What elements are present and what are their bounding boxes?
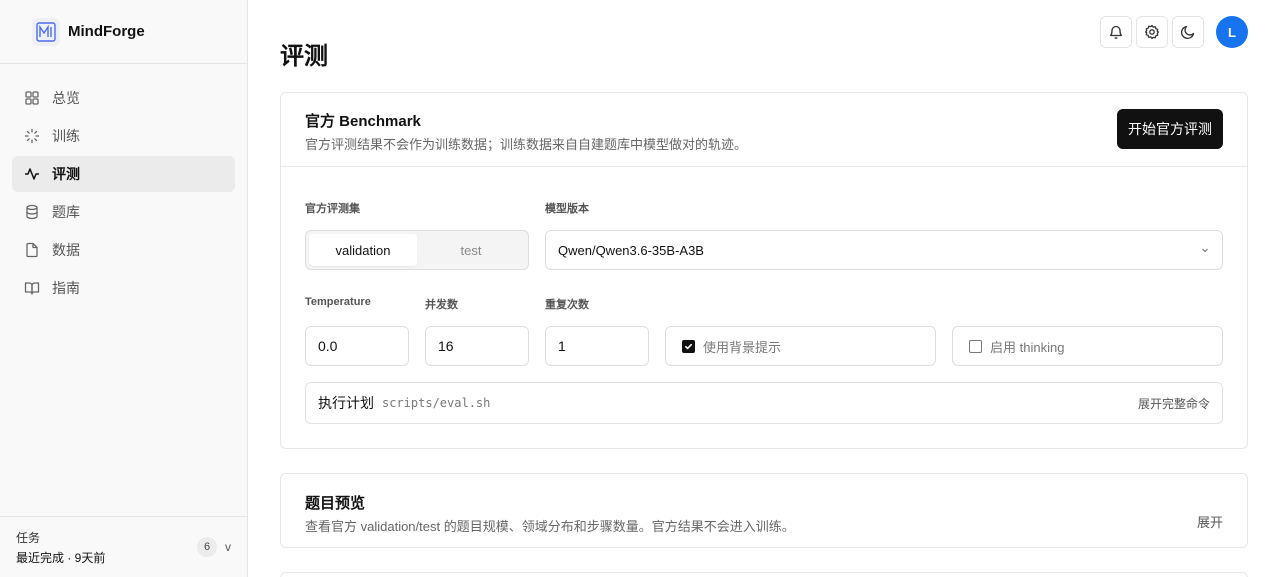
grid-icon (24, 90, 40, 106)
file-icon (24, 242, 40, 258)
mindforge-logo-icon (32, 17, 60, 46)
task-panel-toggle[interactable]: v (225, 540, 231, 554)
model-label: 模型版本 (545, 203, 589, 215)
page-title: 评测 (280, 43, 328, 70)
sidebar-item-overview[interactable]: 总览 (12, 80, 235, 116)
sidebar: MindForge 总览 训练 评测 题库 数据 指南 任务 最近完成 · 9天… (0, 0, 248, 577)
thinking-checkbox[interactable]: 启用 thinking (952, 326, 1223, 366)
sidebar-nav: 总览 训练 评测 题库 数据 指南 (0, 64, 247, 324)
avatar[interactable]: L (1216, 16, 1248, 48)
task-count-badge: 6 (197, 537, 217, 557)
sidebar-item-label: 训练 (52, 128, 80, 144)
expand-command-button[interactable]: 展开完整命令 (1138, 395, 1210, 412)
execution-plan: 执行计划 scripts/eval.sh 展开完整命令 (305, 382, 1223, 424)
sidebar-item-question-bank[interactable]: 题库 (12, 194, 235, 230)
sidebar-item-guide[interactable]: 指南 (12, 270, 235, 306)
checkbox-unchecked-icon (969, 339, 982, 353)
dataset-segmented-control: validation test (305, 230, 529, 270)
repeat-input[interactable]: 1 (545, 326, 649, 366)
loader-icon (24, 128, 40, 144)
sidebar-item-training[interactable]: 训练 (12, 118, 235, 154)
main-content: 评测 L 官方 Benchmark 官方评测结果不会作为训练数据；训练数据来自自… (248, 0, 1280, 577)
benchmark-card-header: 官方 Benchmark 官方评测结果不会作为训练数据；训练数据来自自建题库中模… (281, 93, 1247, 167)
thinking-label: 启用 thinking (990, 339, 1065, 355)
question-preview-card: 题目预览 查看官方 validation/test 的题目规模、领域分布和步骤数… (280, 473, 1248, 548)
dataset-option-test[interactable]: test (417, 234, 525, 266)
checkbox-checked-icon (682, 339, 695, 353)
bell-icon (1109, 25, 1123, 39)
task-status: 最近完成 · 9天前 (16, 550, 106, 565)
gear-icon (1144, 24, 1160, 40)
temperature-label: Temperature (305, 296, 371, 308)
start-evaluation-button[interactable]: 开始官方评测 (1117, 109, 1223, 149)
sidebar-item-evaluation[interactable]: 评测 (12, 156, 235, 192)
task-panel[interactable]: 任务 最近完成 · 9天前 6 v (0, 516, 247, 577)
benchmark-title: 官方 Benchmark (305, 113, 421, 130)
benchmark-card: 官方 Benchmark 官方评测结果不会作为训练数据；训练数据来自自建题库中模… (280, 92, 1248, 449)
sidebar-item-label: 题库 (52, 204, 80, 220)
sidebar-item-label: 数据 (52, 242, 80, 258)
sidebar-item-label: 评测 (52, 166, 80, 182)
notifications-button[interactable] (1100, 16, 1132, 48)
database-icon (24, 204, 40, 220)
dataset-option-validation[interactable]: validation (309, 234, 417, 266)
brand[interactable]: MindForge (0, 0, 247, 64)
benchmark-description: 官方评测结果不会作为训练数据；训练数据来自自建题库中模型做对的轨迹。 (305, 137, 748, 152)
settings-button[interactable] (1136, 16, 1168, 48)
sidebar-item-data[interactable]: 数据 (12, 232, 235, 268)
model-select-value: Qwen/Qwen3.6-35B-A3B (558, 242, 704, 258)
concurrency-input[interactable]: 16 (425, 326, 529, 366)
sidebar-item-label: 总览 (52, 90, 80, 106)
next-card (280, 572, 1248, 577)
background-hint-checkbox[interactable]: 使用背景提示 (665, 326, 936, 366)
topbar: L (1096, 16, 1248, 48)
model-select[interactable]: Qwen/Qwen3.6-35B-A3B (545, 230, 1223, 270)
preview-expand-button[interactable]: 展开 (1197, 512, 1223, 531)
plan-command: scripts/eval.sh (382, 396, 491, 410)
chevron-down-icon (1202, 248, 1208, 253)
preview-description: 查看官方 validation/test 的题目规模、领域分布和步骤数量。官方结… (305, 519, 795, 534)
activity-icon (24, 166, 40, 182)
sidebar-item-label: 指南 (52, 280, 80, 296)
task-label: 任务 (16, 530, 41, 545)
concurrency-label: 并发数 (425, 299, 458, 311)
plan-label: 执行计划 (318, 395, 374, 411)
background-hint-label: 使用背景提示 (703, 339, 782, 355)
app-name: MindForge (68, 23, 145, 40)
temperature-input[interactable]: 0.0 (305, 326, 409, 366)
preview-title: 题目预览 (305, 495, 366, 512)
dataset-label: 官方评测集 (305, 203, 360, 215)
theme-toggle-button[interactable] (1172, 16, 1204, 48)
moon-icon (1180, 25, 1195, 40)
repeat-label: 重复次数 (545, 299, 589, 311)
book-open-icon (24, 280, 40, 296)
